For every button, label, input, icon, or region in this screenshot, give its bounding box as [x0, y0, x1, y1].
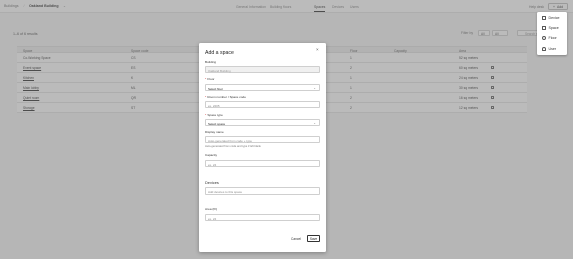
device-icon [542, 16, 546, 20]
close-icon[interactable]: × [316, 47, 319, 52]
chevron-down-icon: ⌄ [313, 121, 316, 126]
floor-select[interactable]: Select floor ⌄ [205, 84, 320, 91]
display-name-input[interactable]: Auto-generated from code + type [205, 136, 320, 143]
user-icon [542, 47, 546, 51]
menu-item-user[interactable]: User [537, 44, 567, 54]
capacity-input[interactable]: ex. 24 [205, 160, 320, 167]
space-type-label: *Space type [205, 113, 223, 117]
floor-select-value: Select floor [208, 86, 224, 91]
area-input[interactable]: ex. 24 [205, 214, 320, 221]
devices-section-title: Devices [205, 180, 219, 185]
room-number-input[interactable]: ex. 2205 [205, 101, 320, 108]
save-button[interactable]: Save [307, 235, 320, 242]
display-name-label: Display name [205, 130, 224, 134]
add-space-dialog: Add a space × Building Oakland Building … [199, 43, 326, 252]
chevron-down-icon: ⌄ [313, 86, 316, 91]
menu-item-device[interactable]: Device [537, 13, 567, 23]
dialog-title: Add a space [205, 50, 234, 56]
menu-item-floor[interactable]: Floor [537, 33, 567, 43]
menu-item-label: User [548, 47, 557, 51]
display-name-hint: Auto-generated from code and type if lef… [205, 145, 261, 148]
cancel-button[interactable]: Cancel [288, 235, 304, 242]
building-field: Oakland Building [205, 66, 320, 73]
add-menu: Device Space Floor User [537, 12, 567, 55]
building-label: Building [205, 60, 217, 64]
space-type-select-value: Select space [208, 121, 226, 126]
space-type-select[interactable]: Select space ⌄ [205, 119, 320, 126]
room-number-label: *Room number / Space code [205, 95, 246, 99]
menu-item-label: Floor [548, 36, 557, 40]
floor-label: *Floor [205, 77, 215, 81]
floor-icon [542, 36, 546, 40]
menu-item-space[interactable]: Space [537, 23, 567, 33]
menu-item-label: Space [548, 26, 559, 30]
capacity-label: Capacity [205, 153, 218, 157]
menu-item-label: Device [548, 16, 560, 20]
space-icon [542, 26, 546, 30]
devices-input[interactable]: Add devices to this space [205, 187, 320, 195]
area-label: Area (ft²) [205, 207, 218, 211]
